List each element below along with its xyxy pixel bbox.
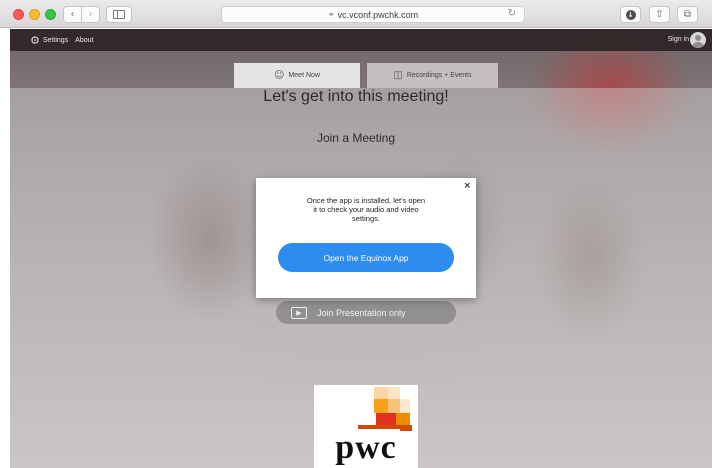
people-icon: ☺ <box>274 70 285 81</box>
join-meeting-heading: Join a Meeting <box>316 131 396 145</box>
reload-icon[interactable]: ↻ <box>508 8 516 19</box>
sign-in-link[interactable]: Sign in <box>668 36 689 43</box>
dialog-message: Once the app is installed, let's open it… <box>306 196 426 223</box>
gear-icon[interactable]: ⚙ <box>30 34 40 47</box>
forward-button[interactable]: › <box>81 6 100 23</box>
tab-overview-button[interactable]: ⧉ <box>677 6 698 23</box>
open-equinox-app-button[interactable]: Open the Equinox App <box>278 243 454 272</box>
tab-meet-now[interactable]: ☺ Meet Now <box>234 63 360 88</box>
window-close-button[interactable] <box>13 9 24 20</box>
share-icon: ⇧ <box>655 9 664 20</box>
tabs-icon: ⧉ <box>683 9 692 20</box>
downloads-button[interactable]: ↓ <box>620 6 641 23</box>
pwc-logo-text: pwc <box>335 429 397 466</box>
video-icon: ◫ <box>393 70 403 81</box>
join-presentation-label: Join Presentation only <box>317 307 406 318</box>
presentation-icon: ▶ <box>291 306 307 319</box>
close-icon[interactable]: × <box>463 181 471 191</box>
install-app-dialog: × Once the app is installed, let's open … <box>256 178 476 298</box>
address-url: vc.vconf.pwchk.com <box>337 9 419 20</box>
chevron-right-icon: › <box>88 9 93 20</box>
join-presentation-button[interactable]: ▶ Join Presentation only <box>276 301 456 324</box>
browser-titlebar: ‹ › ⚭ vc.vconf.pwchk.com ↻ ↓ ⇧ ⧉ <box>0 0 712 28</box>
chevron-left-icon: ‹ <box>70 9 75 20</box>
window-minimize-button[interactable] <box>29 9 40 20</box>
page-title: Let's get into this meeting! <box>263 88 449 105</box>
window-zoom-button[interactable] <box>45 9 56 20</box>
sidebar-toggle-button[interactable] <box>106 6 132 23</box>
tab-recordings-events[interactable]: ◫ Recordings + Events <box>367 63 498 88</box>
share-button[interactable]: ⇧ <box>649 6 670 23</box>
about-link[interactable]: About <box>75 37 93 44</box>
settings-link[interactable]: Settings <box>43 37 68 44</box>
back-button[interactable]: ‹ <box>63 6 82 23</box>
download-icon: ↓ <box>625 9 636 20</box>
tab-meet-now-label: Meet Now <box>288 72 320 79</box>
lock-icon: ⚭ <box>327 10 335 19</box>
sidebar-icon <box>113 10 125 19</box>
pwc-logo: pwc <box>314 385 418 468</box>
avatar[interactable] <box>690 32 706 48</box>
address-bar[interactable]: ⚭ vc.vconf.pwchk.com ↻ <box>221 6 525 23</box>
tab-recordings-events-label: Recordings + Events <box>406 72 472 79</box>
app-top-bar: ⚙ Settings About Sign in <box>10 29 712 51</box>
